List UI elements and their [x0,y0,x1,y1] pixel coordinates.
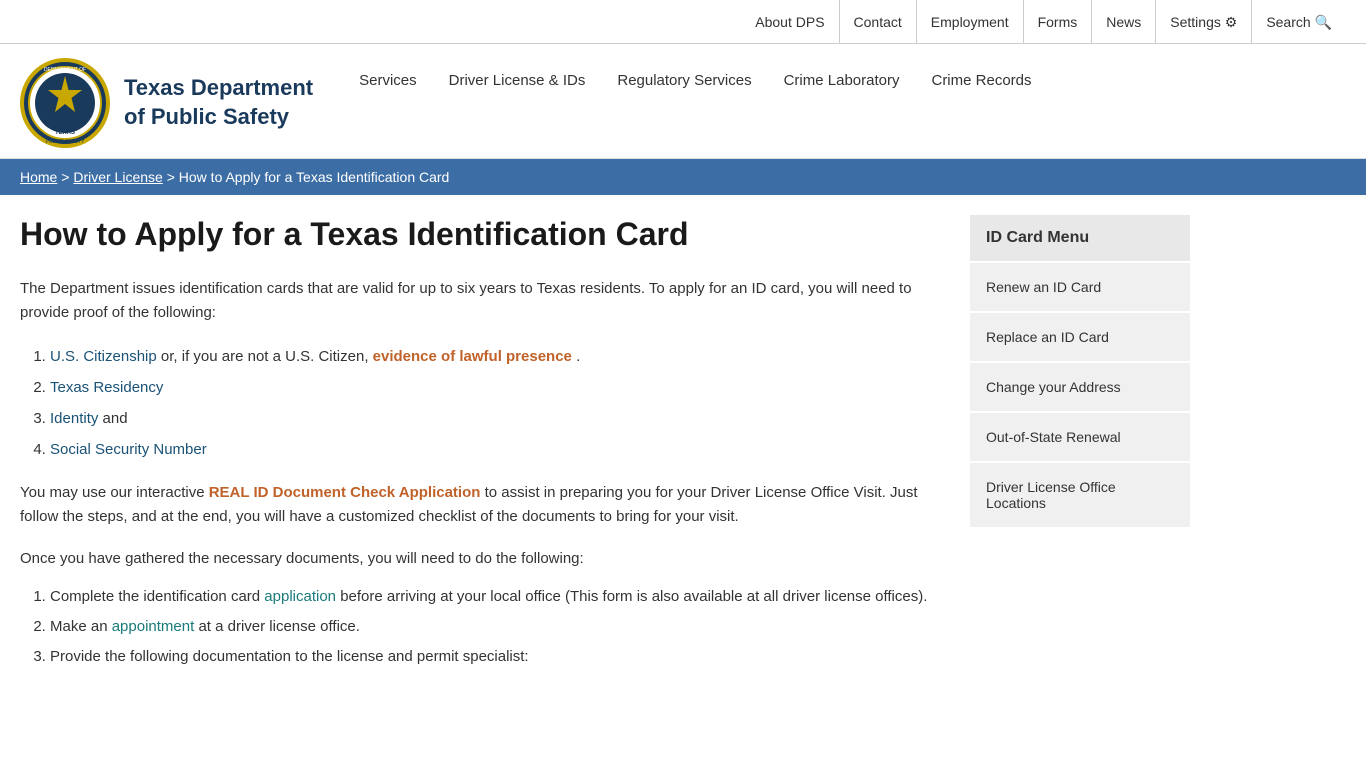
nav-crime-laboratory[interactable]: Crime Laboratory [768,68,916,93]
news-link[interactable]: News [1092,0,1156,44]
steps-list: Complete the identification card applica… [50,585,930,669]
breadcrumb-sep2: > [167,169,179,185]
logo-line1: Texas Department [124,75,313,100]
sidebar-out-of-state[interactable]: Out-of-State Renewal [970,413,1190,461]
main-nav: Services Driver License & IDs Regulatory… [343,58,1047,97]
texas-residency-link[interactable]: Texas Residency [50,379,163,396]
nav-regulatory-services[interactable]: Regulatory Services [601,68,767,93]
requirement-3: Identity and [50,405,930,432]
gather-paragraph: Once you have gathered the necessary doc… [20,547,930,571]
identity-link[interactable]: Identity [50,410,98,427]
header: TEXAS DEPARTMENT OF PUBLIC SAFETY Texas … [0,44,1366,159]
contact-link[interactable]: Contact [840,0,917,44]
settings-link[interactable]: Settings ⚙ [1156,0,1252,44]
us-citizenship-link[interactable]: U.S. Citizenship [50,348,157,365]
about-dps-link[interactable]: About DPS [741,0,839,44]
real-id-paragraph: You may use our interactive REAL ID Docu… [20,481,930,529]
forms-link[interactable]: Forms [1024,0,1093,44]
logo-area: TEXAS DEPARTMENT OF PUBLIC SAFETY Texas … [20,58,313,148]
nav-driver-license-ids[interactable]: Driver License & IDs [433,68,602,93]
sidebar-change-address[interactable]: Change your Address [970,363,1190,411]
intro-paragraph: The Department issues identification car… [20,277,930,325]
logo-text: Texas Department of Public Safety [124,74,313,131]
breadcrumb-driver-license[interactable]: Driver License [73,169,162,185]
sidebar-office-locations[interactable]: Driver License Office Locations [970,463,1190,527]
lawful-presence-link[interactable]: evidence of lawful presence [373,348,572,365]
ssn-link[interactable]: Social Security Number [50,441,207,458]
svg-text:TEXAS: TEXAS [55,130,75,136]
step-2: Make an appointment at a driver license … [50,615,930,639]
utility-bar: About DPS Contact Employment Forms News … [0,0,1366,44]
nav-crime-records[interactable]: Crime Records [915,68,1047,93]
content-area: How to Apply for a Texas Identification … [0,195,1366,699]
real-id-link[interactable]: REAL ID Document Check Application [209,484,481,501]
main-content: How to Apply for a Texas Identification … [20,195,960,699]
svg-text:DEPARTMENT OF: DEPARTMENT OF [44,67,86,73]
breadcrumb-sep1: > [61,169,73,185]
sidebar-menu-title: ID Card Menu [970,215,1190,261]
sidebar-replace-id[interactable]: Replace an ID Card [970,313,1190,361]
appointment-link[interactable]: appointment [112,618,195,635]
requirements-list: U.S. Citizenship or, if you are not a U.… [50,343,930,463]
employment-link[interactable]: Employment [917,0,1024,44]
step-1: Complete the identification card applica… [50,585,930,609]
breadcrumb: Home > Driver License > How to Apply for… [0,159,1366,195]
breadcrumb-current: How to Apply for a Texas Identification … [179,169,450,185]
requirement-1: U.S. Citizenship or, if you are not a U.… [50,343,930,370]
logo-line2: of Public Safety [124,104,289,129]
step-3: Provide the following documentation to t… [50,645,930,669]
search-link[interactable]: Search 🔍 [1252,0,1346,44]
application-link[interactable]: application [264,588,336,605]
requirement-2: Texas Residency [50,374,930,401]
svg-text:PUBLIC SAFETY: PUBLIC SAFETY [46,139,86,145]
sidebar-renew-id[interactable]: Renew an ID Card [970,263,1190,311]
sidebar: ID Card Menu Renew an ID Card Replace an… [960,195,1190,699]
breadcrumb-home[interactable]: Home [20,169,57,185]
requirement-4: Social Security Number [50,436,930,463]
page-title: How to Apply for a Texas Identification … [20,215,930,253]
nav-services[interactable]: Services [343,68,433,93]
dps-seal: TEXAS DEPARTMENT OF PUBLIC SAFETY [20,58,110,148]
